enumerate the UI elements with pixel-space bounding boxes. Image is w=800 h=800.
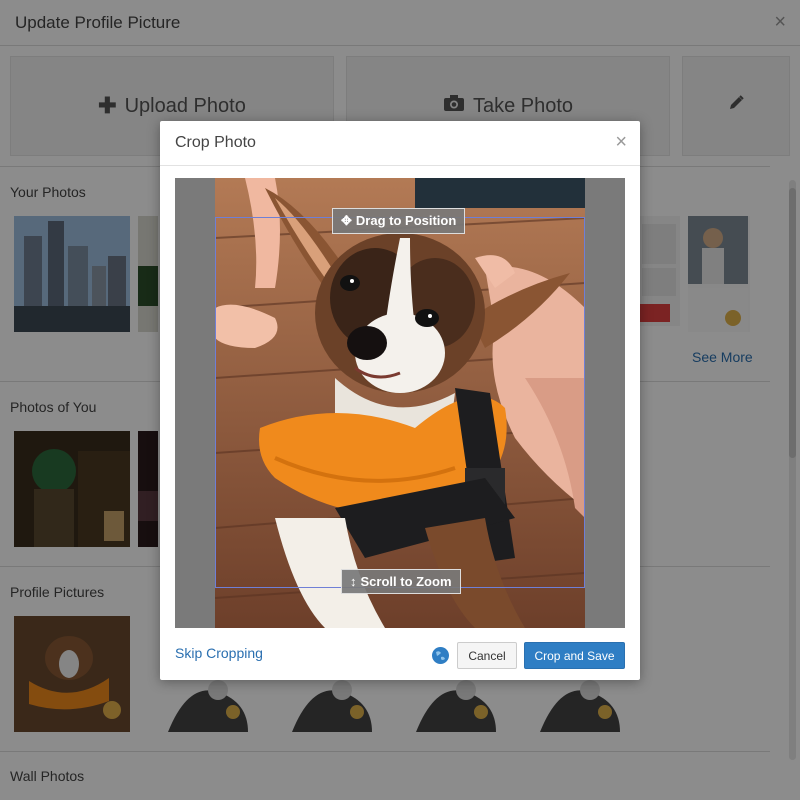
crop-and-save-button[interactable]: Crop and Save [524,642,625,669]
crop-modal-close-icon[interactable]: × [615,131,627,154]
crop-frame[interactable] [215,217,585,588]
crop-modal-footer: Skip Cropping Cancel Crop and Save [160,638,640,678]
drag-to-position-handle[interactable]: ✥ Drag to Position [332,208,466,234]
globe-icon[interactable] [432,647,449,664]
crop-modal-header: Crop Photo × [160,121,640,166]
vertical-resize-icon: ↕ [350,574,357,589]
crop-stage[interactable]: ✥ Drag to Position ↕ Scroll to Zoom [175,178,625,628]
drag-to-position-label: Drag to Position [355,213,457,228]
scroll-to-zoom-label: Scroll to Zoom [360,574,452,589]
crop-modal-title: Crop Photo [175,134,256,151]
skip-cropping-link[interactable]: Skip Cropping [175,645,263,661]
crop-photo-modal: Crop Photo × ✥ Drag to Position ↕ Scroll… [160,121,640,680]
move-arrows-icon: ✥ [341,213,352,228]
scroll-to-zoom-handle[interactable]: ↕ Scroll to Zoom [341,569,461,594]
cancel-button[interactable]: Cancel [457,642,517,669]
